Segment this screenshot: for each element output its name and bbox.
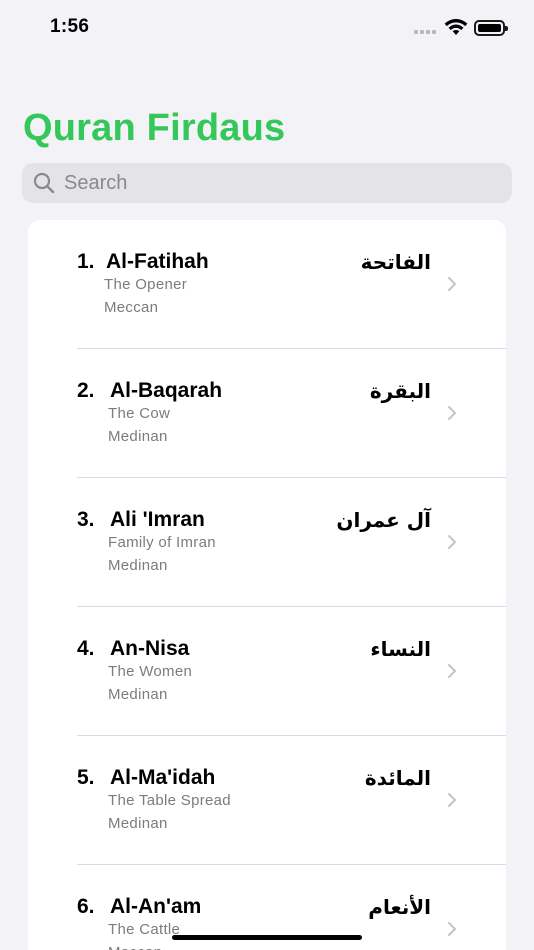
- surah-revelation-type: Medinan: [108, 428, 168, 445]
- surah-row-5[interactable]: 5. Al-Ma'idah The Table Spread Medinan ا…: [28, 736, 506, 865]
- surah-row-4[interactable]: 4. An-Nisa The Women Medinan النساء: [28, 607, 506, 736]
- status-time: 1:56: [50, 16, 90, 37]
- surah-row-3[interactable]: 3. Ali 'Imran Family of Imran Medinan آل…: [28, 478, 506, 607]
- surah-name: Al-Ma'idah: [110, 766, 216, 789]
- app-screen: 1:56 Quran Firdaus 1. Al-Fatihah The Ope…: [0, 0, 534, 950]
- surah-name: Ali 'Imran: [110, 508, 205, 531]
- surah-name: Al-Fatihah: [106, 250, 209, 273]
- surah-number: 3.: [77, 508, 95, 531]
- surah-number: 1.: [77, 250, 95, 273]
- surah-row-2[interactable]: 2. Al-Baqarah The Cow Medinan البقرة: [28, 349, 506, 478]
- surah-revelation-type: Meccan: [104, 299, 159, 316]
- surah-translation: The Table Spread: [108, 792, 231, 809]
- chevron-right-icon: [448, 664, 456, 678]
- surah-arabic-name: النساء: [370, 637, 431, 661]
- search-icon: [33, 172, 55, 194]
- surah-arabic-name: آل عمران: [336, 508, 431, 532]
- search-bar[interactable]: [22, 163, 512, 203]
- surah-revelation-type: Meccan: [108, 944, 162, 950]
- chevron-right-icon: [448, 277, 456, 291]
- surah-translation: The Women: [108, 663, 193, 680]
- chevron-right-icon: [448, 535, 456, 549]
- chevron-right-icon: [448, 922, 456, 936]
- surah-translation: The Cattle: [108, 921, 181, 938]
- surah-number: 6.: [77, 895, 95, 918]
- cellular-signal-icon: [414, 30, 438, 36]
- surah-revelation-type: Medinan: [108, 815, 168, 832]
- surah-name: Al-Baqarah: [110, 379, 223, 402]
- surah-arabic-name: البقرة: [369, 379, 431, 403]
- battery-icon: [474, 20, 508, 36]
- surah-translation: The Cow: [108, 405, 171, 422]
- surah-list: 1. Al-Fatihah The Opener Meccan الفاتحة …: [28, 220, 506, 950]
- surah-row-1[interactable]: 1. Al-Fatihah The Opener Meccan الفاتحة: [28, 220, 506, 349]
- surah-number: 5.: [77, 766, 95, 789]
- surah-translation: Family of Imran: [108, 534, 216, 551]
- surah-revelation-type: Medinan: [108, 686, 168, 703]
- surah-number: 4.: [77, 637, 95, 660]
- page-title: Quran Firdaus: [23, 107, 286, 149]
- wifi-icon: [444, 19, 468, 35]
- surah-arabic-name: المائدة: [364, 766, 431, 790]
- status-bar: 1:56: [0, 0, 534, 56]
- surah-name: Al-An'am: [110, 895, 202, 918]
- surah-arabic-name: الفاتحة: [360, 250, 431, 274]
- surah-revelation-type: Medinan: [108, 557, 168, 574]
- surah-arabic-name: الأنعام: [368, 895, 431, 919]
- surah-number: 2.: [77, 379, 95, 402]
- home-indicator[interactable]: [172, 935, 362, 940]
- surah-translation: The Opener: [104, 276, 188, 293]
- search-input[interactable]: [64, 163, 494, 203]
- surah-name: An-Nisa: [110, 637, 190, 660]
- chevron-right-icon: [448, 406, 456, 420]
- chevron-right-icon: [448, 793, 456, 807]
